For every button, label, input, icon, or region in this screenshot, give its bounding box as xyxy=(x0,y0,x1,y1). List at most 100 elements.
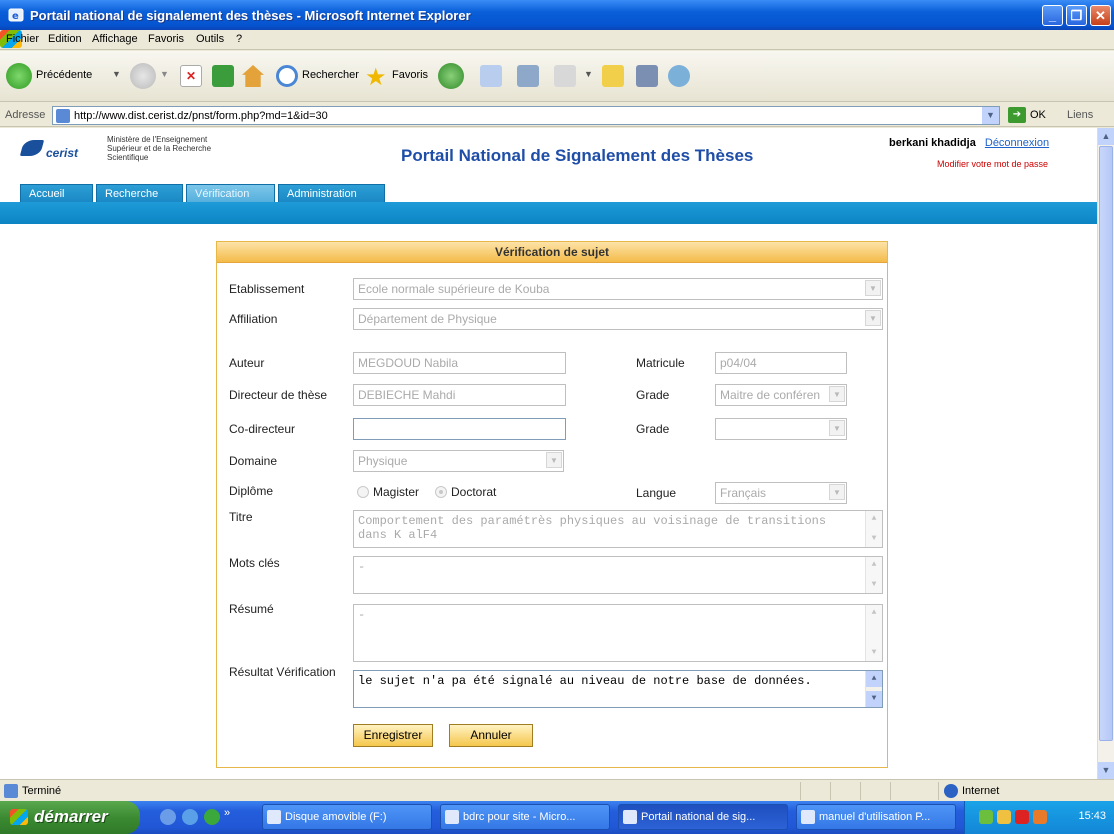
desktop-icon[interactable] xyxy=(160,809,176,825)
toolbar: Précédente ▼ ▼ ✕ Rechercher ★ Favoris ▼ xyxy=(0,51,1114,102)
address-input[interactable]: http://www.dist.cerist.dz/pnst/form.php?… xyxy=(52,106,1000,125)
codirecteur-input[interactable] xyxy=(353,418,566,440)
mots-cles-scrollbar[interactable]: ▲ ▼ xyxy=(865,557,882,593)
scroll-thumb[interactable] xyxy=(1099,146,1113,741)
form-heading: Vérification de sujet xyxy=(217,242,887,263)
cancel-button[interactable]: Annuler xyxy=(449,724,533,747)
favorites-star-icon[interactable]: ★ xyxy=(365,63,387,92)
tray-app-icon[interactable] xyxy=(1033,810,1047,824)
ministry-line: Supérieur et de la Recherche xyxy=(107,144,212,153)
mots-cles-textarea[interactable]: - ▲ ▼ xyxy=(353,556,883,594)
page-icon xyxy=(56,109,70,123)
resultat-textarea[interactable]: le sujet n'a pa été signalé au niveau de… xyxy=(353,670,883,708)
grade-select[interactable]: Maitre de conféren ▼ xyxy=(715,384,847,406)
messenger-quicklaunch-icon[interactable] xyxy=(204,809,220,825)
edit-icon[interactable] xyxy=(554,65,576,87)
menu-help[interactable]: ? xyxy=(236,33,242,45)
ie-icon: e xyxy=(8,7,24,23)
go-arrow-icon[interactable]: ➔ xyxy=(1008,107,1026,123)
address-url[interactable]: http://www.dist.cerist.dz/pnst/form.php?… xyxy=(74,110,328,122)
scroll-down-icon[interactable]: ▼ xyxy=(866,645,882,661)
minimize-button[interactable]: _ xyxy=(1042,5,1063,26)
battery-icon[interactable] xyxy=(997,810,1011,824)
research-icon[interactable] xyxy=(636,65,658,87)
page-scrollbar[interactable]: ▲ ▼ xyxy=(1097,128,1114,779)
forward-dropdown-icon[interactable]: ▼ xyxy=(160,69,169,79)
chevron-down-icon: ▼ xyxy=(865,280,881,296)
print-icon[interactable] xyxy=(517,65,539,87)
etablissement-select[interactable]: Ecole normale supérieure de Kouba ▼ xyxy=(353,278,883,300)
langue-value: Français xyxy=(720,486,767,500)
resultat-label: Résultat Vérification xyxy=(229,665,336,679)
back-arrow-icon[interactable] xyxy=(6,63,32,89)
maximize-button[interactable]: ❐ xyxy=(1066,5,1087,26)
ie-quicklaunch-icon[interactable] xyxy=(182,809,198,825)
logout-link[interactable]: Déconnexion xyxy=(985,137,1049,149)
menu-affichage[interactable]: Affichage xyxy=(92,33,138,45)
search-button-label[interactable]: Rechercher xyxy=(302,69,359,81)
messenger-icon[interactable] xyxy=(668,65,690,87)
auteur-input[interactable]: MEGDOUD Nabila xyxy=(353,352,566,374)
task-bdrc[interactable]: bdrc pour site - Micro... xyxy=(440,804,610,830)
directeur-value: DEBIECHE Mahdi xyxy=(358,388,456,402)
mots-cles-value: - xyxy=(358,560,366,574)
matricule-input[interactable]: p04/04 xyxy=(715,352,847,374)
ministry-line: Ministère de l'Enseignement xyxy=(107,135,208,144)
affiliation-select[interactable]: Département de Physique ▼ xyxy=(353,308,883,330)
scroll-down-icon[interactable]: ▼ xyxy=(866,577,882,593)
address-dropdown-icon[interactable]: ▼ xyxy=(982,107,999,124)
home-icon[interactable] xyxy=(242,65,264,87)
langue-select[interactable]: Français ▼ xyxy=(715,482,847,504)
task-portail[interactable]: Portail national de sig... xyxy=(618,804,788,830)
forward-arrow-icon[interactable] xyxy=(130,63,156,89)
doctorat-radio[interactable] xyxy=(435,486,447,498)
scroll-up-icon[interactable]: ▲ xyxy=(866,511,882,527)
search-icon[interactable] xyxy=(276,65,298,87)
menu-favoris[interactable]: Favoris xyxy=(148,33,184,45)
titre-textarea[interactable]: Comportement des paramétrès physiques au… xyxy=(353,510,883,548)
scroll-down-icon[interactable]: ▼ xyxy=(866,531,882,547)
directeur-input[interactable]: DEBIECHE Mahdi xyxy=(353,384,566,406)
task-manuel[interactable]: manuel d'utilisation P... xyxy=(796,804,956,830)
scroll-down-icon[interactable]: ▼ xyxy=(866,691,882,707)
back-dropdown-icon[interactable]: ▼ xyxy=(112,69,121,79)
titre-scrollbar[interactable]: ▲ ▼ xyxy=(865,511,882,547)
history-icon[interactable] xyxy=(438,63,464,89)
resume-scrollbar[interactable]: ▲ ▼ xyxy=(865,605,882,661)
save-button[interactable]: Enregistrer xyxy=(353,724,433,747)
address-bar: Adresse http://www.dist.cerist.dz/pnst/f… xyxy=(0,103,1114,127)
domaine-select[interactable]: Physique ▼ xyxy=(353,450,564,472)
stop-icon[interactable]: ✕ xyxy=(180,65,202,87)
clock: 15:43 xyxy=(1078,810,1106,822)
menu-outils[interactable]: Outils xyxy=(196,33,224,45)
mail-icon[interactable] xyxy=(480,65,502,87)
scroll-up-icon[interactable]: ▲ xyxy=(866,671,882,687)
zone-text: Internet xyxy=(962,785,1000,797)
grade-codirecteur-select[interactable]: ▼ xyxy=(715,418,847,440)
antivirus-icon[interactable] xyxy=(1015,810,1029,824)
system-tray: 15:43 xyxy=(964,801,1114,834)
task-disque-amovible[interactable]: Disque amovible (F:) xyxy=(262,804,432,830)
quicklaunch-expand-icon[interactable]: » xyxy=(224,807,230,819)
links-label[interactable]: Liens xyxy=(1067,109,1093,121)
go-button-label[interactable]: OK xyxy=(1030,109,1046,121)
back-button-label[interactable]: Précédente xyxy=(36,69,92,81)
magister-radio[interactable] xyxy=(357,486,369,498)
close-button[interactable]: ✕ xyxy=(1090,5,1111,26)
scroll-up-icon[interactable]: ▲ xyxy=(866,557,882,573)
scroll-up-icon[interactable]: ▲ xyxy=(1098,128,1114,145)
change-password-link[interactable]: Modifier votre mot de passe xyxy=(937,159,1048,169)
menu-fichier[interactable]: Fichier xyxy=(6,33,39,45)
network-icon[interactable] xyxy=(979,810,993,824)
edit-dropdown-icon[interactable]: ▼ xyxy=(584,69,593,79)
window-title: Portail national de signalement des thès… xyxy=(30,8,471,23)
folder-icon[interactable] xyxy=(602,65,624,87)
resume-textarea[interactable]: - ▲ ▼ xyxy=(353,604,883,662)
scroll-up-icon[interactable]: ▲ xyxy=(866,605,882,621)
scroll-down-icon[interactable]: ▼ xyxy=(1098,762,1114,779)
resultat-scrollbar[interactable]: ▲ ▼ xyxy=(865,671,882,707)
menu-edition[interactable]: Edition xyxy=(48,33,82,45)
refresh-icon[interactable] xyxy=(212,65,234,87)
start-button[interactable]: démarrer xyxy=(0,801,140,834)
favorites-button-label[interactable]: Favoris xyxy=(392,69,428,81)
